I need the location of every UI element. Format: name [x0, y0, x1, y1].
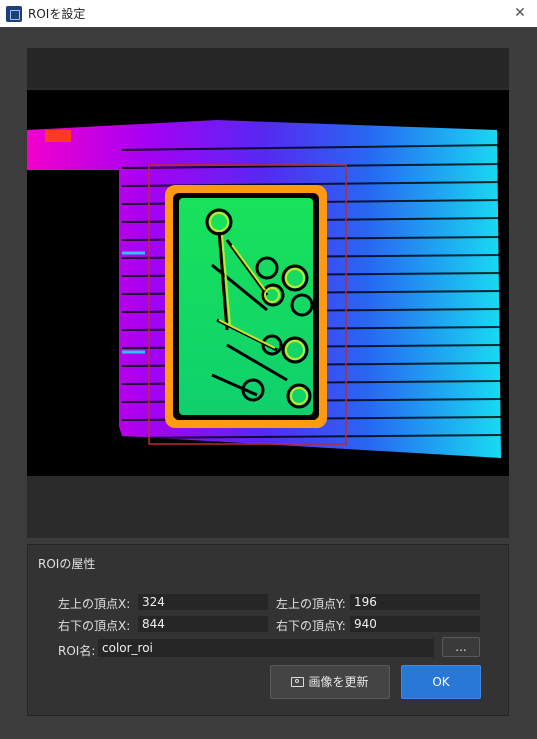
ok-button[interactable]: OK [401, 665, 481, 699]
top-left-x-input[interactable]: 324 [138, 594, 268, 610]
bottom-right-y-input[interactable]: 940 [350, 616, 480, 632]
bottom-right-x-label: 右下の頂点X: [58, 619, 131, 633]
browse-button[interactable]: ... [442, 637, 480, 657]
depth-image[interactable] [27, 90, 509, 476]
panel-heading: ROIの屋性 [38, 557, 96, 571]
window-title: ROIを設定 [28, 7, 86, 21]
top-left-x-label: 左上の頂点X: [58, 597, 131, 611]
roi-name-input[interactable]: color_roi [98, 639, 434, 657]
marker-block [45, 130, 71, 142]
left-dark-area [27, 170, 119, 440]
title-bar: ROIを設定 ✕ [0, 0, 537, 27]
top-left-y-label: 左上の頂点Y: [276, 597, 346, 611]
top-left-y-input[interactable]: 196 [350, 594, 480, 610]
close-icon[interactable]: ✕ [511, 4, 529, 22]
camera-icon [291, 676, 305, 687]
viewer-toolbar-area [27, 48, 509, 88]
app-icon [6, 5, 22, 22]
image-viewer[interactable] [27, 48, 509, 538]
roi-name-label: ROI名: [58, 644, 96, 658]
roi-properties-panel: ROIの屋性 左上の頂点X: 324 左上の頂点Y: 196 右下の頂点X: 8… [27, 544, 509, 716]
update-image-button[interactable]: 画像を更新 [270, 665, 390, 699]
update-image-label: 画像を更新 [308, 675, 369, 689]
bottom-right-x-input[interactable]: 844 [138, 616, 268, 632]
bottom-right-y-label: 右下の頂点Y: [276, 619, 346, 633]
